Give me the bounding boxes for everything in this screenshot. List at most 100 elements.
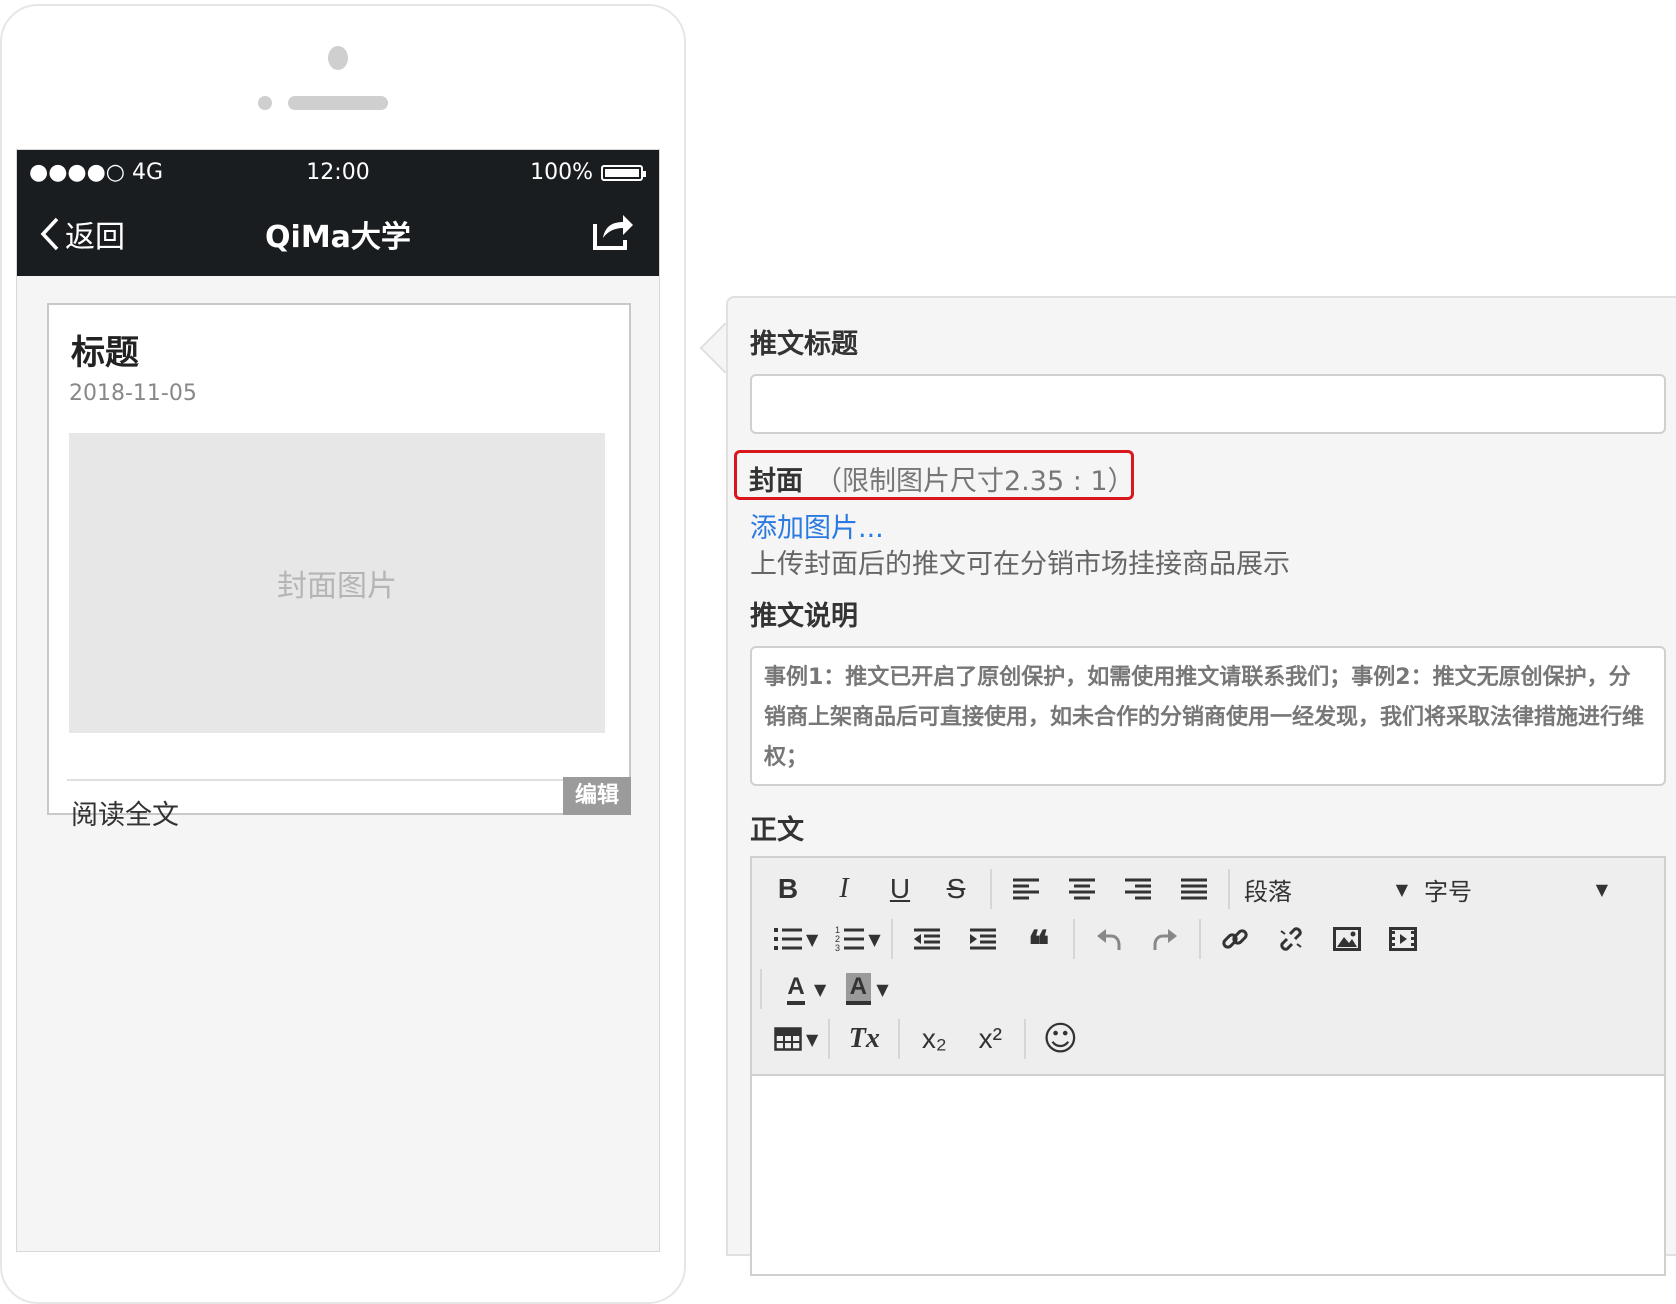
insert-image-button[interactable] [1319, 916, 1375, 962]
editor-content-area[interactable] [752, 1076, 1664, 1274]
outdent-icon [913, 928, 940, 950]
phone-preview: ●●●●○ 4G 12:00 100% 返回 QiMa大学 标题 2018-11… [0, 4, 686, 1304]
superscript-button[interactable]: x² [962, 1016, 1018, 1062]
article-date: 2018-11-05 [69, 381, 197, 406]
read-more-link[interactable]: 阅读全文 [71, 793, 179, 832]
battery-percent: 100% [530, 160, 593, 185]
share-button[interactable] [591, 212, 635, 256]
unlink-button[interactable] [1263, 916, 1319, 962]
caret-down-icon[interactable]: ▼ [806, 930, 818, 949]
outdent-button[interactable] [899, 916, 955, 962]
caret-down-icon[interactable]: ▼ [868, 930, 880, 949]
toolbar-separator [990, 869, 992, 909]
numbered-list-icon: 123 [835, 925, 865, 953]
redo-icon [1153, 929, 1177, 950]
sensor-dot [258, 96, 272, 110]
toolbar-row-4: ▼ Tx x₂ x² ☺ [760, 1014, 1088, 1064]
toolbar-separator [1198, 919, 1201, 959]
status-bar: ●●●●○ 4G 12:00 100% [17, 150, 659, 194]
toolbar-row-2: ▼ 123 ▼ ❝ [760, 914, 1431, 968]
battery-icon [601, 164, 646, 181]
paragraph-select-label: 段落 [1244, 877, 1292, 906]
desc-textarea[interactable]: 事例1：推文已开启了原创保护，如需使用推文请联系我们；事例2：推文无原创保护，分… [750, 646, 1666, 786]
align-center-icon [1069, 878, 1095, 900]
undo-icon [1096, 929, 1121, 950]
fontsize-select[interactable]: 字号 ▼ [1416, 866, 1616, 912]
toolbar-separator [760, 969, 762, 1009]
rich-text-editor: B I U S 段落 ▼ 字号 ▼ ▼ 1 2 3 ▼ ❝ A ▼ A ▼ ▼ … [750, 856, 1666, 1276]
insert-video-button[interactable] [1375, 916, 1431, 962]
bullet-list-icon [774, 928, 802, 950]
toolbar-separator [1228, 869, 1230, 909]
toolbar-separator [828, 1019, 831, 1059]
article-title: 标题 [71, 333, 139, 373]
caret-down-icon[interactable]: ▼ [806, 1030, 818, 1049]
align-left-button[interactable] [998, 866, 1054, 912]
edit-panel: 推文标题 封面 （限制图片尺寸2.35 : 1） 添加图片... 上传封面后的推… [726, 296, 1676, 1276]
nav-title: QiMa大学 [265, 220, 411, 255]
redo-button[interactable] [1137, 916, 1193, 962]
camera-dot [328, 46, 348, 70]
align-right-button[interactable] [1110, 866, 1166, 912]
bold-button[interactable]: B [760, 866, 816, 912]
blockquote-button[interactable]: ❝ [1011, 916, 1067, 968]
title-input[interactable] [750, 374, 1666, 434]
cover-image-placeholder: 封面图片 [69, 433, 605, 733]
toolbar-separator [1024, 1019, 1027, 1059]
title-label: 推文标题 [750, 329, 858, 360]
upload-tip: 上传封面后的推文可在分销市场挂接商品展示 [750, 549, 1290, 580]
paragraph-select[interactable]: 段落 ▼ [1236, 866, 1416, 912]
clear-format-icon: Tx [848, 1023, 880, 1054]
body-label: 正文 [750, 815, 804, 846]
strikethrough-button[interactable]: S [928, 866, 984, 912]
add-image-link[interactable]: 添加图片... [750, 506, 884, 545]
cover-label: 封面 [749, 466, 803, 497]
caret-down-icon: ▼ [1595, 879, 1608, 899]
caret-down-icon[interactable]: ▼ [876, 980, 888, 999]
toolbar-row-3: A ▼ A ▼ [760, 964, 893, 1014]
emoji-icon: ☺ [1042, 1019, 1079, 1059]
align-justify-icon [1181, 878, 1207, 900]
toolbar-separator [890, 919, 893, 959]
superscript-icon: x² [978, 1023, 1002, 1054]
desc-label: 推文说明 [750, 601, 858, 632]
indent-icon [969, 928, 996, 950]
link-icon [1222, 929, 1248, 949]
card-divider [67, 779, 611, 781]
toolbar-separator [898, 1019, 901, 1059]
phone-screen: ●●●●○ 4G 12:00 100% 返回 QiMa大学 标题 2018-11… [16, 149, 660, 1252]
align-left-icon [1013, 878, 1039, 900]
subscript-button[interactable]: x₂ [906, 1016, 962, 1062]
edit-button[interactable]: 编辑 [563, 777, 631, 815]
cover-size-hint: （限制图片尺寸2.35 : 1） [815, 466, 1135, 497]
svg-text:3: 3 [835, 943, 840, 953]
indent-button[interactable] [955, 916, 1011, 962]
underline-button[interactable]: U [872, 866, 928, 912]
toolbar-separator [1072, 919, 1075, 959]
editor-toolbar: B I U S 段落 ▼ 字号 ▼ ▼ 1 2 3 ▼ ❝ A ▼ A ▼ ▼ … [752, 858, 1664, 1076]
align-justify-button[interactable] [1166, 866, 1222, 912]
italic-button[interactable]: I [816, 866, 872, 912]
undo-button[interactable] [1081, 916, 1137, 962]
insert-link-button[interactable] [1207, 916, 1263, 962]
cover-label-highlight: 封面 （限制图片尺寸2.35 : 1） [734, 450, 1135, 500]
quote-icon: ❝ [1027, 924, 1050, 968]
unlink-icon [1279, 927, 1302, 951]
fontsize-select-label: 字号 [1424, 877, 1472, 906]
table-icon [774, 1027, 802, 1051]
image-icon [1332, 927, 1361, 951]
emoji-button[interactable]: ☺ [1032, 1016, 1088, 1062]
align-right-icon [1125, 878, 1151, 900]
battery-indicator: 100% [530, 160, 646, 185]
share-icon [593, 215, 633, 250]
caret-down-icon[interactable]: ▼ [814, 980, 826, 999]
speaker-bar [288, 96, 388, 110]
cover-placeholder-text: 封面图片 [277, 569, 397, 604]
align-center-button[interactable] [1054, 866, 1110, 912]
video-icon [1388, 927, 1417, 951]
subscript-icon: x₂ [921, 1023, 947, 1054]
nav-bar: 返回 QiMa大学 [17, 194, 659, 276]
clear-format-button[interactable]: Tx [836, 1016, 892, 1062]
caret-down-icon: ▼ [1395, 879, 1408, 899]
toolbar-row-1: B I U S 段落 ▼ 字号 ▼ [760, 864, 1616, 914]
